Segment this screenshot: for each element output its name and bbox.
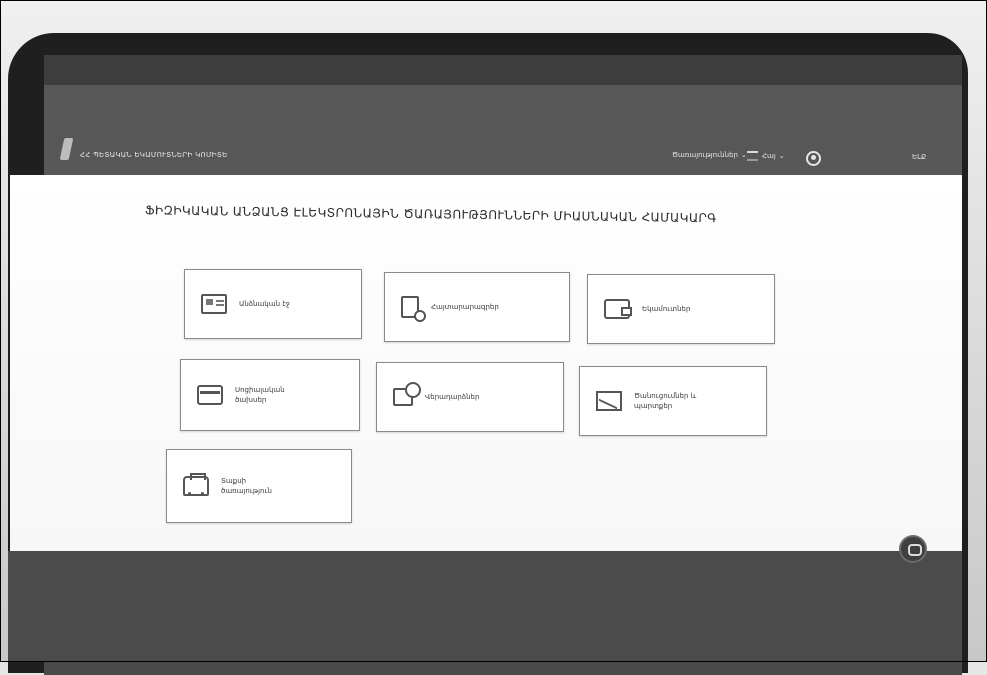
card-incomes[interactable]: Եկամուտներ [587,274,775,344]
card-wallet-icon [197,385,223,405]
card-label: Վերադարձներ [425,393,480,401]
document-icon [401,296,426,322]
card-label: Եկամուտներ [642,305,691,313]
card-declarations[interactable]: Հայտարարագրեր [384,272,570,342]
card-personal-page[interactable]: Անձնական էջ [184,269,362,339]
card-label: Տաքսի ծառայություն [221,477,272,495]
card-taxi-service[interactable]: Տաքսի ծառայություն [166,449,352,523]
wallet-icon [604,299,632,319]
card-refunds[interactable]: Վերադարձներ [376,362,564,432]
main-content: ՖԻԶԻԿԱԿԱՆ ԱՆՁԱՆՑ ԷԼԵԿՏՐՈՆԱՅԻՆ ԾԱՌԱՅՈՒԹՅՈ… [10,175,962,551]
page-title: ՖԻԶԻԿԱԿԱՆ ԱՆՁԱՆՑ ԷԼԵԿՏՐՈՆԱՅԻՆ ԾԱՌԱՅՈՒԹՅՈ… [144,203,717,226]
card-label: Ծանուցումներ և պարտքեր [634,392,697,410]
browser-top-bar [44,55,962,85]
card-label: Սոցիալական ծախսեր [235,386,285,404]
services-dropdown[interactable]: Ծառայություններ ⌄ [672,151,747,159]
card-social-expenses[interactable]: Սոցիալական ծախսեր [180,359,360,431]
card-label: Հայտարարագրեր [431,303,499,311]
language-dropdown[interactable]: Հայ ⌄ [747,151,785,161]
id-card-icon [201,294,227,314]
app-header [44,85,962,177]
ministry-name[interactable]: ՀՀ ՊԵՏԱԿԱՆ ԵԿԱՄՈՒՏՆԵՐԻ ԿՈՄԻՏԵ [80,151,228,159]
taxi-icon [183,473,209,496]
chevron-down-icon: ⌄ [740,151,747,159]
screen-bottom [8,551,962,662]
exit-link[interactable]: ԵԼՔ [912,153,926,161]
language-label: Հայ [762,152,776,160]
mail-icon [596,391,622,411]
card-label: Անձնական էջ [239,300,290,308]
user-icon[interactable] [806,151,821,166]
chevron-down-icon: ⌄ [778,152,785,160]
flag-icon [747,151,758,161]
services-dropdown-label: Ծառայություններ [672,151,738,159]
chat-icon[interactable] [901,537,925,561]
refund-icon [393,382,421,406]
card-notifications[interactable]: Ծանուցումներ և պարտքեր [579,366,767,436]
